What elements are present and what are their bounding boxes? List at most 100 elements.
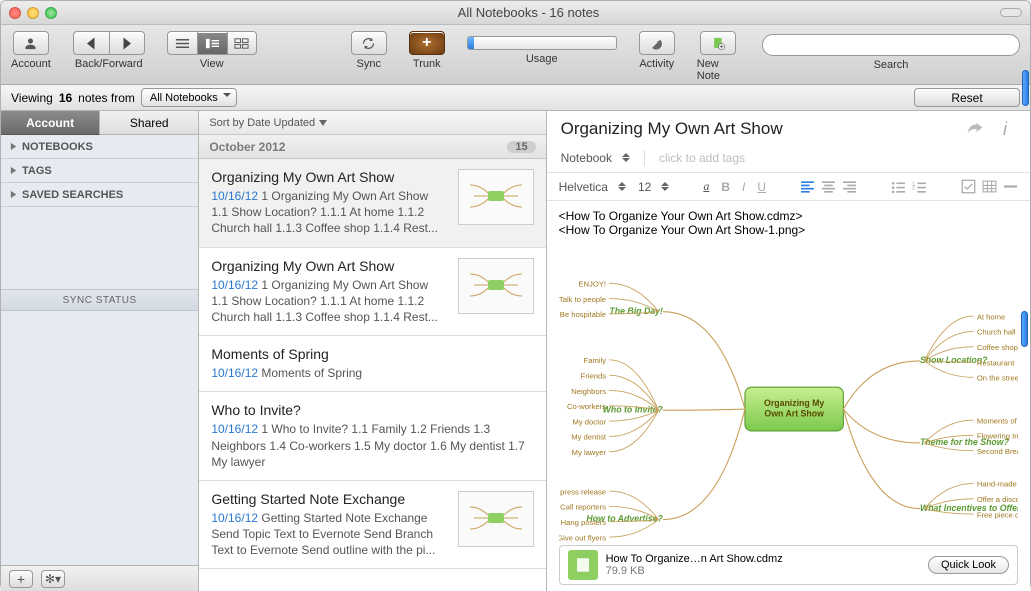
hr-icon[interactable] <box>1003 179 1018 194</box>
quick-look-label: Quick Look <box>941 559 996 571</box>
disclosure-right-icon <box>9 142 18 151</box>
forward-button[interactable] <box>109 31 145 55</box>
view-group: View <box>167 31 257 70</box>
note-body[interactable]: <How To Organize Your Own Art Show.cdmz>… <box>547 201 1030 591</box>
activity-button[interactable] <box>639 31 675 55</box>
month-header: October 2012 15 <box>199 135 545 159</box>
note-body-line: <How To Organize Your Own Art Show-1.png… <box>559 223 1018 237</box>
svg-text:ENJOY!: ENJOY! <box>578 280 606 289</box>
sidebar-section-notebooks[interactable]: NOTEBOOKS <box>1 135 198 159</box>
bullet-list-icon[interactable] <box>891 179 906 194</box>
align-left-icon[interactable] <box>800 179 815 194</box>
toolbar-toggle-pill[interactable] <box>1000 8 1022 17</box>
view-card-button[interactable] <box>227 31 257 55</box>
add-button[interactable]: + <box>9 570 33 588</box>
underline-button[interactable]: U <box>757 180 766 194</box>
note-item-title: Organizing My Own Art Show <box>211 169 447 185</box>
window-titlebar: All Notebooks - 16 notes <box>1 1 1030 25</box>
font-select[interactable]: Helvetica <box>559 178 626 195</box>
sidebar-section-tags[interactable]: TAGS <box>1 159 198 183</box>
note-list-item[interactable]: Who to Invite?10/16/12 1 Who to Invite? … <box>199 392 545 481</box>
sidebar-tabs: Account Shared <box>1 111 198 135</box>
window-title: All Notebooks - 16 notes <box>57 5 1000 20</box>
account-group: Account <box>11 31 51 70</box>
minimize-window-button[interactable] <box>27 7 39 19</box>
svg-text:Organizing My: Organizing My <box>764 398 824 408</box>
note-list-item[interactable]: Moments of Spring 10/16/12 Moments of Spr… <box>199 336 545 392</box>
triangle-left-icon <box>84 36 99 51</box>
svg-text:Friends: Friends <box>580 371 606 380</box>
svg-text:My doctor: My doctor <box>572 417 606 426</box>
note-item-snippet: 10/16/12 Moments of Spring <box>211 365 533 381</box>
svg-text:Own Art Show: Own Art Show <box>764 409 824 419</box>
notebook-select[interactable]: Notebook <box>561 149 630 166</box>
note-item-snippet: 10/16/12 Getting Started Note Exchange S… <box>211 510 447 559</box>
attachment-bar: How To Organize…n Art Show.cdmz 79.9 KB … <box>559 545 1018 585</box>
back-button[interactable] <box>73 31 109 55</box>
number-list-icon[interactable]: 12 <box>912 179 927 194</box>
text-color-button[interactable]: a <box>703 179 709 194</box>
view-snippet-button[interactable] <box>197 31 227 55</box>
font-size: 12 <box>638 180 651 194</box>
sidebar: Account Shared NOTEBOOKS TAGS SAVED SEAR… <box>1 111 199 591</box>
note-list-scroll[interactable]: Organizing My Own Art Show10/16/12 1 Org… <box>199 159 545 591</box>
reset-button[interactable]: Reset <box>914 88 1020 107</box>
info-icon: i <box>1003 119 1007 140</box>
svg-text:Hang posters: Hang posters <box>560 518 606 527</box>
svg-text:Moments of Spring: Moments of Spring <box>976 416 1018 425</box>
usage-group: Usage <box>467 31 617 65</box>
settings-button[interactable]: ✻▾ <box>41 570 65 588</box>
quick-look-button[interactable]: Quick Look <box>928 556 1009 574</box>
svg-text:Co-workers: Co-workers <box>567 402 606 411</box>
share-arrow-icon <box>965 120 985 138</box>
note-list-item[interactable]: Getting Started Note Exchange10/16/12 Ge… <box>199 481 545 570</box>
align-center-icon[interactable] <box>821 179 836 194</box>
svg-text:Neighbors: Neighbors <box>571 387 606 396</box>
close-window-button[interactable] <box>9 7 21 19</box>
sync-button[interactable] <box>351 31 387 55</box>
note-list-item[interactable]: Organizing My Own Art Show10/16/12 1 Org… <box>199 159 545 248</box>
usage-bar[interactable] <box>467 36 617 50</box>
note-item-title: Moments of Spring <box>211 346 533 362</box>
bold-button[interactable]: B <box>721 180 730 194</box>
detail-title[interactable]: Organizing My Own Art Show <box>561 119 956 139</box>
italic-button[interactable]: I <box>742 180 745 194</box>
note-item-date: 10/16/12 <box>211 511 258 525</box>
size-select[interactable]: 12 <box>638 178 669 195</box>
note-list: Sort by Date Updated October 2012 15 Org… <box>199 111 546 591</box>
activity-group: Activity <box>639 31 675 70</box>
note-item-title: Organizing My Own Art Show <box>211 258 447 274</box>
backforward-label: Back/Forward <box>75 58 143 70</box>
user-silhouette-icon <box>23 36 38 51</box>
list-lines-icon <box>175 36 190 51</box>
note-list-item[interactable]: Organizing My Own Art Show10/16/12 1 Org… <box>199 248 545 337</box>
scrollbar-indicator[interactable] <box>1021 311 1028 347</box>
search-input[interactable] <box>762 34 1020 56</box>
checkbox-icon[interactable] <box>961 179 976 194</box>
svg-text:My lawyer: My lawyer <box>571 448 606 457</box>
view-list-button[interactable] <box>167 31 197 55</box>
tab-shared[interactable]: Shared <box>100 111 198 135</box>
format-toolbar: Helvetica 12 a B I U 12 <box>547 173 1030 201</box>
info-button[interactable]: i <box>994 119 1016 139</box>
search-group: Search <box>762 31 1020 71</box>
month-label: October 2012 <box>209 140 285 154</box>
align-right-icon[interactable] <box>842 179 857 194</box>
trunk-button[interactable]: + <box>409 31 445 55</box>
scope-select[interactable]: All Notebooks <box>141 88 237 107</box>
account-button[interactable] <box>13 31 49 55</box>
svg-text:At home: At home <box>976 312 1004 321</box>
share-button[interactable] <box>964 119 986 139</box>
table-icon[interactable] <box>982 179 997 194</box>
svg-text:On the street: On the street <box>976 374 1018 383</box>
note-item-title: Who to Invite? <box>211 402 533 418</box>
sort-bar[interactable]: Sort by Date Updated <box>199 111 545 135</box>
sidebar-section-savedsearches[interactable]: SAVED SEARCHES <box>1 183 198 207</box>
traffic-lights <box>9 7 57 19</box>
tab-account[interactable]: Account <box>1 111 100 135</box>
tags-input[interactable]: click to add tags <box>659 151 745 165</box>
plus-icon: + <box>17 571 25 587</box>
zoom-window-button[interactable] <box>45 7 57 19</box>
grid-icon <box>234 36 249 51</box>
new-note-button[interactable] <box>700 31 736 55</box>
